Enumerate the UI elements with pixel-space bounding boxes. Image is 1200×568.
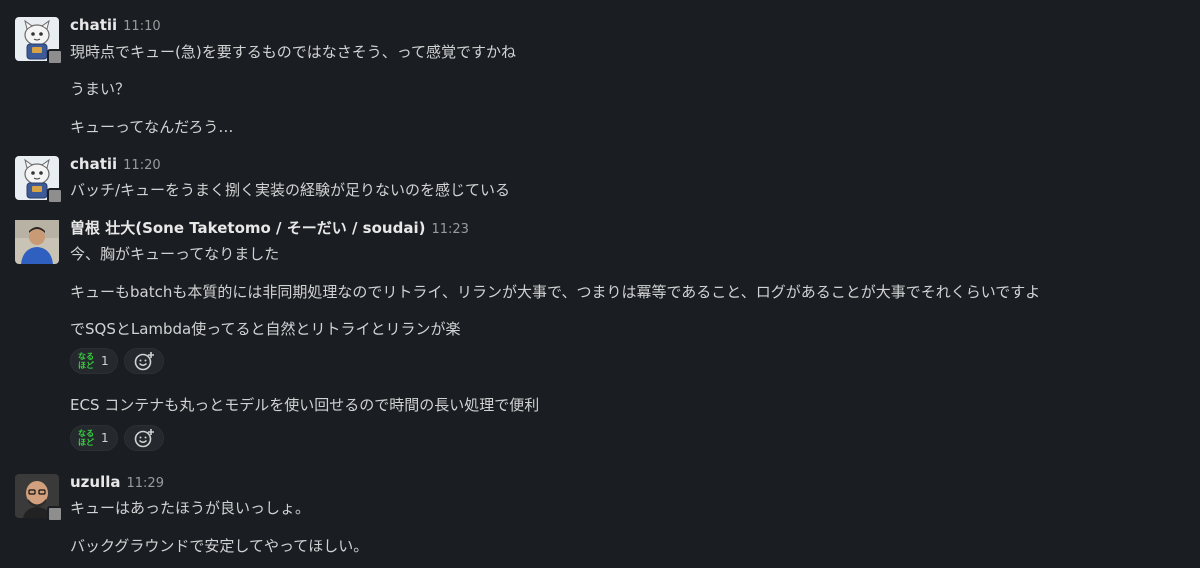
message-text: でSQSとLambda使ってると自然とリトライとリランが楽 bbox=[70, 320, 461, 338]
add-reaction-button[interactable] bbox=[123, 348, 164, 374]
naruhodo-emoji-icon: なる ほど bbox=[78, 352, 94, 370]
timestamp[interactable]: 11:20 bbox=[123, 158, 160, 173]
avatar[interactable] bbox=[15, 156, 63, 204]
reaction-naruhodo[interactable]: なる ほど 1 bbox=[70, 348, 118, 374]
message-text: キューもbatchも本質的には非同期処理なのでリトライ、リランが大事で、つまりは… bbox=[70, 283, 1041, 301]
author-name[interactable]: chatii bbox=[70, 155, 117, 173]
reaction-count: 1 bbox=[101, 354, 109, 368]
author-name[interactable]: chatii bbox=[70, 16, 117, 34]
reaction-count: 1 bbox=[101, 431, 109, 445]
timestamp[interactable]: 11:29 bbox=[127, 476, 164, 491]
presence-indicator bbox=[47, 188, 63, 204]
add-reaction-icon bbox=[134, 352, 154, 371]
reaction-bar: なる ほど 1 bbox=[70, 425, 164, 451]
message-header: 曽根 壮大(Sone Taketomo / そーだい / soudai) 11:2… bbox=[70, 218, 469, 238]
message-text: ECS コンテナも丸っとモデルを使い回せるので時間の長い処理で便利 bbox=[70, 396, 540, 414]
avatar[interactable] bbox=[15, 17, 63, 65]
message-text: 現時点でキュー(急)を要するものではなさそう、って感覚ですかね bbox=[70, 43, 516, 61]
reaction-bar: なる ほど 1 bbox=[70, 348, 164, 374]
avatar[interactable] bbox=[15, 474, 63, 522]
reaction-naruhodo[interactable]: なる ほど 1 bbox=[70, 425, 118, 451]
presence-indicator bbox=[47, 506, 63, 522]
naruhodo-emoji-icon: なる ほど bbox=[78, 429, 94, 447]
message-text: うまい？ bbox=[70, 80, 131, 98]
message-header: chatii 11:10 bbox=[70, 15, 161, 35]
add-reaction-button[interactable] bbox=[123, 425, 164, 451]
message-header: uzulla 11:29 bbox=[70, 472, 164, 492]
message-text: キューはあったほうが良いっしょ。 bbox=[70, 499, 311, 517]
timestamp[interactable]: 11:10 bbox=[123, 19, 160, 34]
message-text: キューってなんだろう… bbox=[70, 118, 234, 136]
timestamp[interactable]: 11:23 bbox=[431, 222, 468, 237]
presence-indicator bbox=[47, 49, 63, 65]
message-text: バックグラウンドで安定してやってほしい。 bbox=[70, 537, 369, 555]
author-name[interactable]: 曽根 壮大(Sone Taketomo / そーだい / soudai) bbox=[70, 219, 425, 237]
avatar[interactable] bbox=[15, 220, 59, 264]
message-header: chatii 11:20 bbox=[70, 154, 161, 174]
message-text: バッチ/キューをうまく捌く実装の経験が足りないのを感じている bbox=[70, 181, 511, 199]
author-name[interactable]: uzulla bbox=[70, 473, 121, 491]
person-photo-avatar-icon bbox=[15, 220, 59, 264]
add-reaction-icon bbox=[134, 429, 154, 448]
message-text: 今、胸がキューってなりました bbox=[70, 245, 280, 263]
